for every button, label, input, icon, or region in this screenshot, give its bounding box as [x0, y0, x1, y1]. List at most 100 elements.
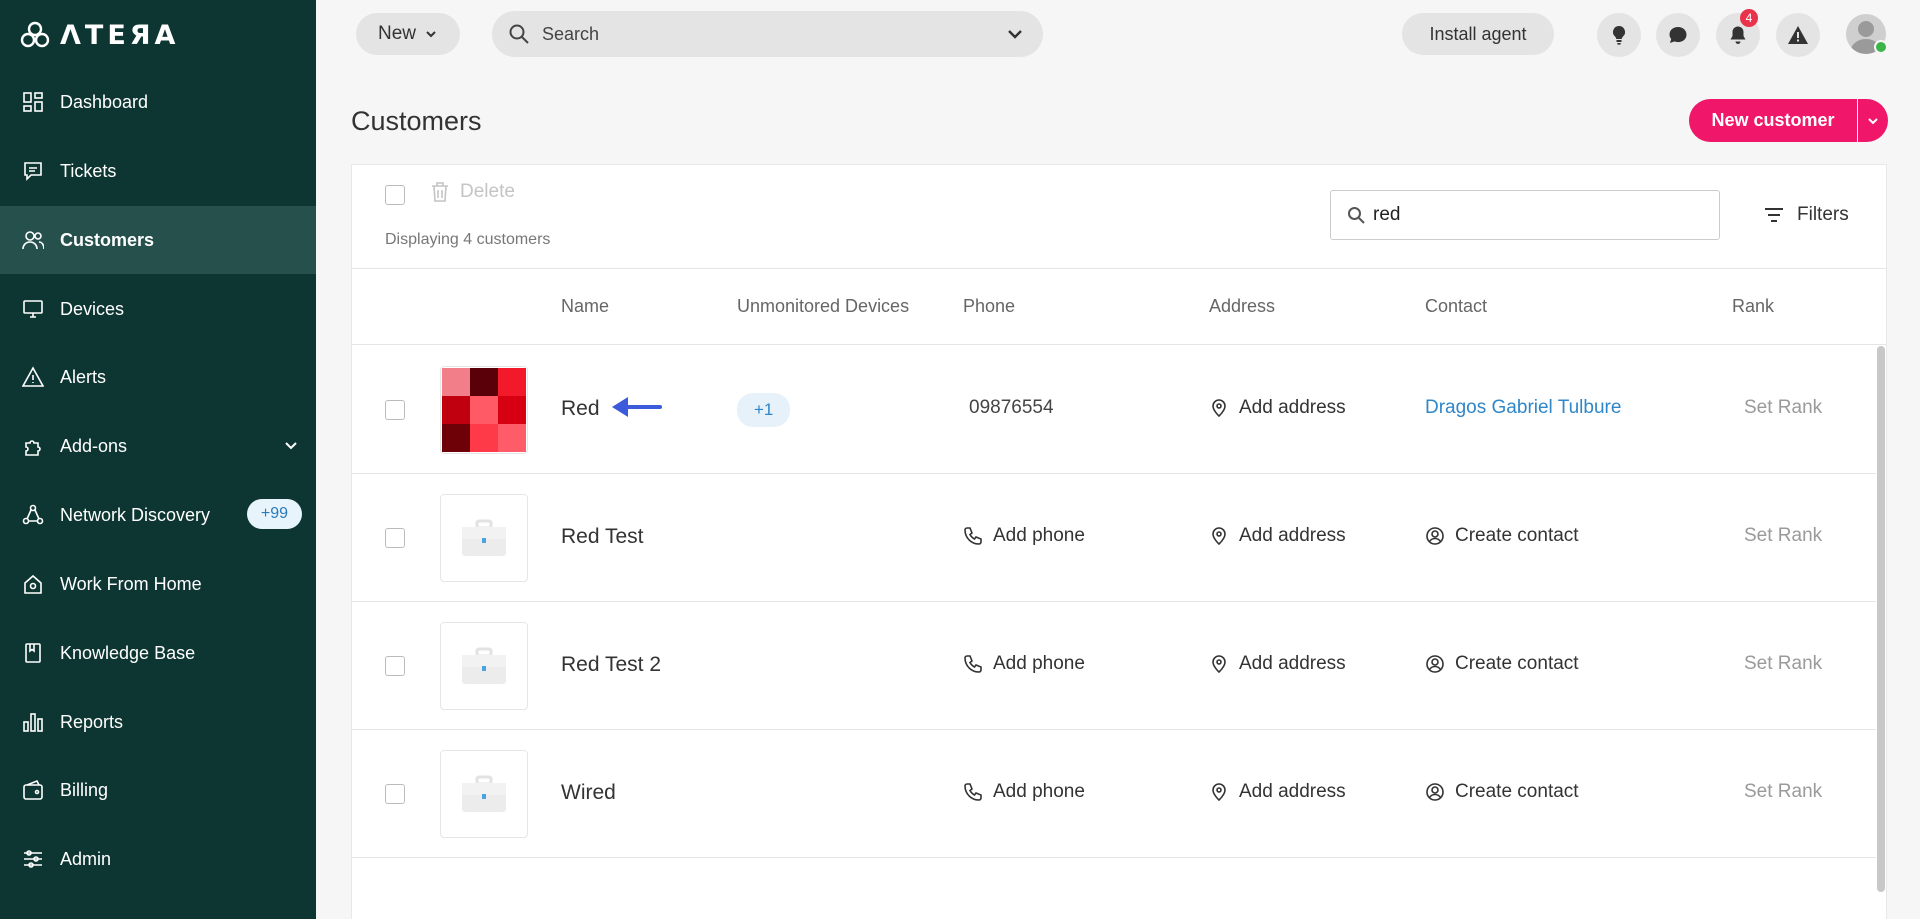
table-row[interactable]: Wired Add phone Add address Create conta…	[352, 730, 1876, 858]
bell-icon	[1730, 26, 1746, 44]
add-address-link[interactable]: Add address	[1209, 525, 1346, 547]
customer-logo	[440, 494, 528, 582]
online-status-dot	[1874, 40, 1888, 54]
sidebar-item-customers[interactable]: Customers	[0, 206, 316, 274]
column-header-rank[interactable]: Rank	[1732, 296, 1774, 317]
set-rank-link[interactable]: Set Rank	[1744, 397, 1822, 419]
sidebar-item-label: Dashboard	[60, 91, 149, 112]
phone-icon	[964, 527, 982, 545]
sidebar-item-work-from-home[interactable]: Work From Home	[0, 550, 316, 618]
book-icon	[22, 642, 44, 664]
sidebar-item-label: Network Discovery	[60, 504, 211, 525]
search-icon	[1348, 207, 1365, 224]
global-search[interactable]: Search	[492, 11, 1043, 57]
briefcase-icon	[462, 775, 506, 812]
atera-logo[interactable]: ΛTEЯA	[20, 20, 179, 51]
phone-label: Add phone	[993, 525, 1085, 546]
create-contact-link[interactable]: Create contact	[1425, 525, 1579, 547]
create-contact-link[interactable]: Create contact	[1425, 653, 1579, 675]
chevron-down-icon[interactable]	[282, 436, 300, 454]
chevron-down-icon	[1868, 117, 1878, 124]
home-icon	[22, 573, 44, 595]
customer-name[interactable]: Red Test	[561, 525, 644, 549]
location-pin-icon	[1212, 655, 1226, 674]
lightbulb-icon	[1612, 25, 1626, 45]
pointer-arrow-icon	[612, 397, 662, 417]
row-checkbox[interactable]	[385, 784, 405, 804]
chat-button[interactable]	[1656, 13, 1700, 57]
add-address-link[interactable]: Add address	[1209, 653, 1346, 675]
add-phone-link[interactable]: Add phone	[963, 781, 1085, 803]
sidebar-item-label: Work From Home	[60, 573, 202, 594]
row-checkbox[interactable]	[385, 400, 405, 420]
add-address-link[interactable]: Add address	[1209, 781, 1346, 803]
contact-link[interactable]: Dragos Gabriel Tulbure	[1425, 397, 1621, 419]
set-rank-link[interactable]: Set Rank	[1744, 781, 1822, 803]
puzzle-icon	[22, 435, 44, 457]
address-label: Add address	[1239, 781, 1346, 802]
set-rank-link[interactable]: Set Rank	[1744, 653, 1822, 675]
customer-name[interactable]: Red	[561, 397, 600, 421]
sidebar: ΛTEЯA Dashboard Tickets Customers Device…	[0, 0, 316, 919]
column-header-name[interactable]: Name	[561, 296, 609, 317]
sidebar-item-network-discovery[interactable]: Network Discovery +99	[0, 481, 316, 549]
customer-name[interactable]: Red Test 2	[561, 653, 661, 677]
customer-name[interactable]: Wired	[561, 781, 616, 805]
sidebar-item-alerts[interactable]: Alerts	[0, 343, 316, 411]
install-agent-button[interactable]: Install agent	[1402, 13, 1554, 55]
row-checkbox[interactable]	[385, 528, 405, 548]
sidebar-item-dashboard[interactable]: Dashboard	[0, 68, 316, 136]
new-customer-button[interactable]: New customer	[1689, 99, 1857, 142]
sidebar-item-admin[interactable]: Admin	[0, 825, 316, 893]
address-label: Add address	[1239, 653, 1346, 674]
create-contact-link[interactable]: Create contact	[1425, 781, 1579, 803]
alerts-button[interactable]	[1776, 13, 1820, 57]
chevron-down-icon[interactable]	[1005, 24, 1025, 44]
table-scrollbar[interactable]	[1877, 346, 1885, 892]
sidebar-item-label: Tickets	[60, 160, 117, 181]
customer-search-input[interactable]	[1373, 204, 1693, 226]
customer-search[interactable]	[1330, 190, 1720, 240]
customers-icon	[22, 229, 44, 251]
address-label: Add address	[1239, 525, 1346, 546]
column-header-address[interactable]: Address	[1209, 296, 1275, 317]
new-button-label: New	[377, 23, 416, 44]
new-customer-dropdown-button[interactable]	[1858, 99, 1888, 142]
notifications-button[interactable]: 4	[1716, 9, 1760, 57]
sidebar-item-billing[interactable]: Billing	[0, 756, 316, 824]
global-search-placeholder: Search	[542, 23, 600, 44]
result-count: Displaying 4 customers	[385, 231, 551, 248]
sidebar-item-reports[interactable]: Reports	[0, 688, 316, 756]
sidebar-item-label: Admin	[60, 848, 112, 869]
column-header-unmonitored-devices[interactable]: Unmonitored Devices	[737, 296, 909, 317]
table-row[interactable]: Red Test Add phone Add address Create co…	[352, 474, 1876, 602]
warning-icon	[1788, 26, 1808, 44]
sidebar-item-addons[interactable]: Add-ons	[0, 412, 316, 480]
add-address-link[interactable]: Add address	[1209, 397, 1346, 419]
select-all-checkbox[interactable]	[385, 185, 405, 205]
row-checkbox[interactable]	[385, 656, 405, 676]
logo-icon	[20, 21, 50, 48]
table-row[interactable]: Red Test 2 Add phone Add address Create …	[352, 602, 1876, 730]
customer-logo	[440, 750, 528, 838]
sidebar-item-devices[interactable]: Devices	[0, 275, 316, 343]
filter-icon	[1765, 208, 1783, 222]
sidebar-item-label: Add-ons	[60, 435, 128, 456]
column-header-contact[interactable]: Contact	[1425, 296, 1487, 317]
sidebar-item-knowledge-base[interactable]: Knowledge Base	[0, 619, 316, 687]
add-phone-link[interactable]: Add phone	[963, 525, 1085, 547]
new-button[interactable]: New	[356, 13, 460, 55]
wallet-icon	[22, 779, 44, 801]
add-phone-link[interactable]: Add phone	[963, 653, 1085, 675]
delete-button[interactable]: Delete	[430, 181, 515, 203]
set-rank-link[interactable]: Set Rank	[1744, 525, 1822, 547]
sidebar-item-tickets[interactable]: Tickets	[0, 137, 316, 205]
phone-value[interactable]: 09876554	[969, 397, 1054, 419]
column-header-phone[interactable]: Phone	[963, 296, 1015, 317]
chat-icon	[1669, 27, 1687, 43]
unmonitored-devices-badge[interactable]: +1	[737, 393, 791, 427]
sidebar-item-label: Customers	[60, 229, 155, 250]
table-row[interactable]: Red +1 09876554 Add address Dragos Gabri…	[352, 346, 1876, 474]
filters-button[interactable]: Filters	[1763, 204, 1849, 226]
lightbulb-button[interactable]	[1597, 13, 1641, 57]
